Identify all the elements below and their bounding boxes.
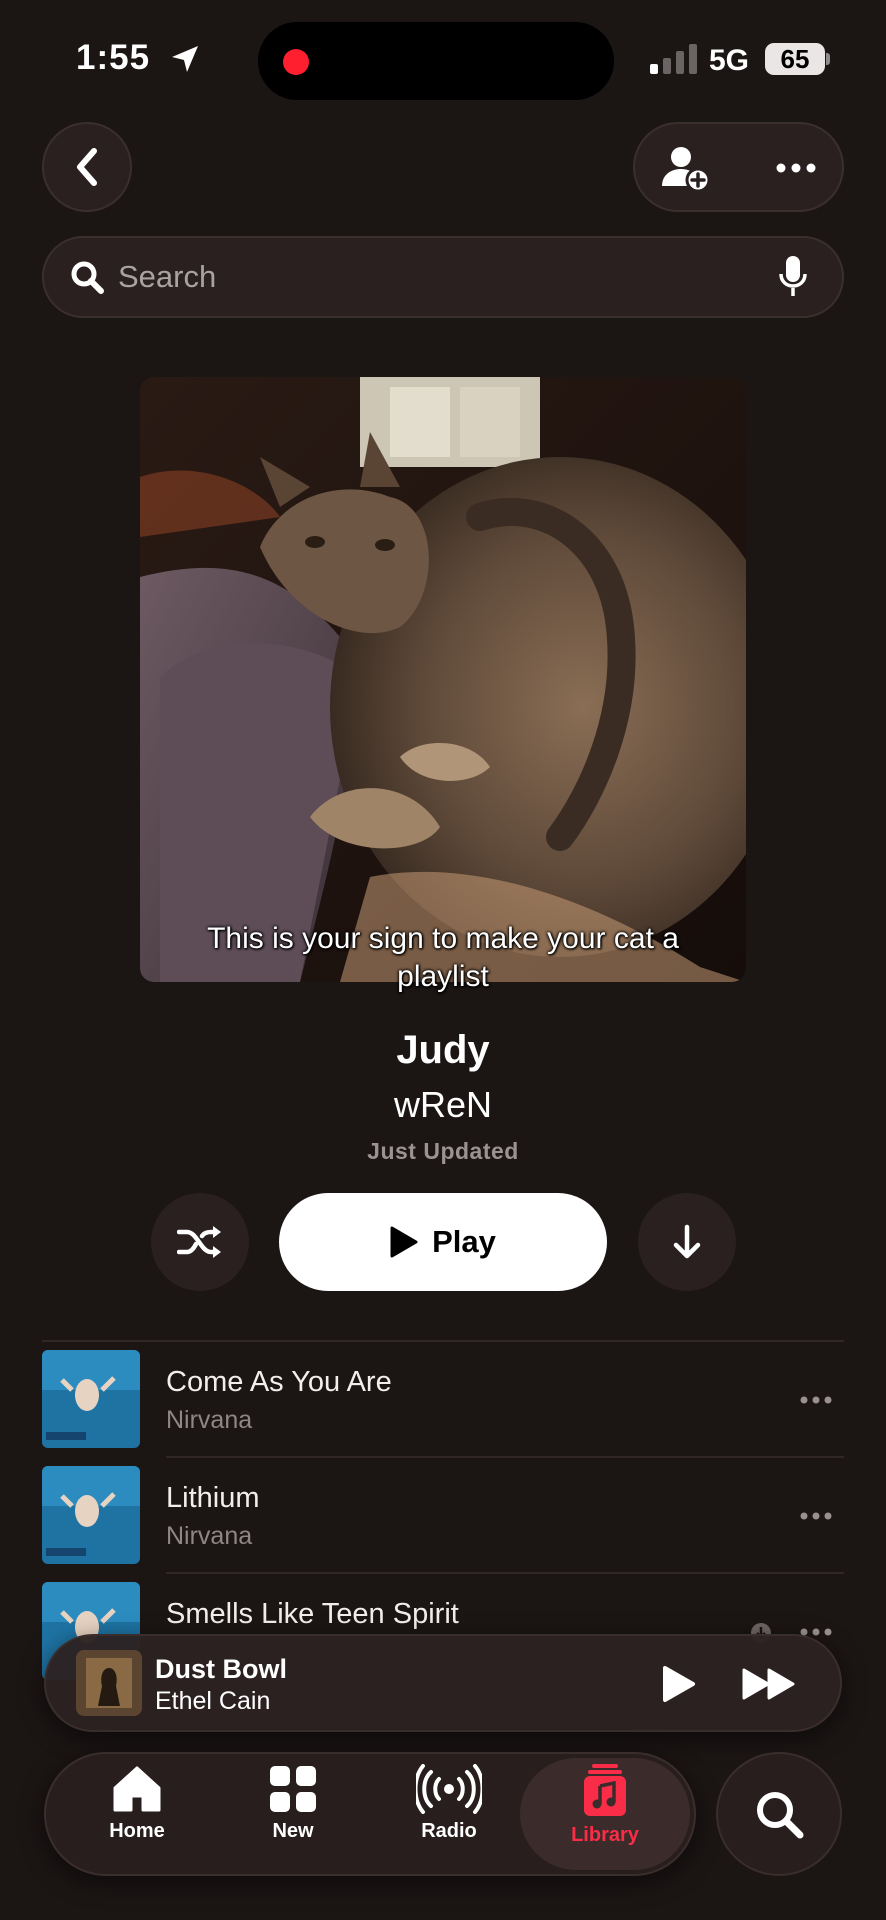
- track-artist: Nirvana: [166, 1522, 253, 1550]
- add-collaborator-icon[interactable]: [660, 146, 712, 192]
- track-artist: Nirvana: [166, 1406, 253, 1434]
- album-thumbnail: [42, 1350, 140, 1448]
- search-tab-button[interactable]: [716, 1752, 842, 1876]
- now-playing-artwork: [76, 1650, 142, 1716]
- more-icon[interactable]: [800, 1396, 832, 1404]
- status-time: 1:55: [76, 38, 151, 77]
- shuffle-button[interactable]: [151, 1193, 249, 1291]
- more-icon[interactable]: [800, 1512, 832, 1520]
- play-icon[interactable]: [662, 1665, 696, 1703]
- network-type: 5G: [709, 44, 750, 77]
- search-icon: [71, 261, 104, 294]
- arrow-down-icon: [673, 1224, 701, 1259]
- track-row[interactable]: Come As You Are Nirvana: [42, 1342, 844, 1458]
- back-button[interactable]: [42, 122, 132, 212]
- shuffle-icon: [177, 1226, 221, 1258]
- recording-indicator: [283, 49, 309, 75]
- tab-radio[interactable]: Radio: [374, 1764, 524, 1864]
- play-button[interactable]: Play: [279, 1193, 607, 1291]
- radio-waves-icon: [416, 1764, 482, 1814]
- microphone-icon[interactable]: [778, 254, 808, 298]
- now-playing-title: Dust Bowl: [155, 1654, 287, 1684]
- tab-label: Radio: [421, 1820, 477, 1842]
- more-options-icon[interactable]: [776, 163, 816, 173]
- search-icon: [757, 1792, 804, 1839]
- tab-label: New: [272, 1820, 314, 1842]
- house-icon: [113, 1766, 161, 1812]
- music-note-icon: [584, 1764, 626, 1816]
- playlist-title: Judy: [396, 1028, 490, 1072]
- track-title: Lithium: [166, 1482, 260, 1514]
- playlist-curator[interactable]: wReN: [0, 1084, 886, 1126]
- track-row[interactable]: Lithium Nirvana: [42, 1458, 844, 1574]
- tab-library[interactable]: Library: [530, 1764, 680, 1864]
- track-title: Smells Like Teen Spirit: [166, 1598, 459, 1630]
- artwork-caption: This is your sign to make your cat a pla…: [207, 922, 679, 993]
- tab-new[interactable]: New: [218, 1764, 368, 1864]
- playlist-status: Just Updated: [367, 1138, 519, 1164]
- tab-label: Home: [109, 1820, 165, 1842]
- tab-label: Library: [571, 1824, 639, 1846]
- location-arrow-icon: [172, 46, 198, 72]
- search-input[interactable]: [118, 254, 738, 300]
- album-thumbnail: [42, 1466, 140, 1564]
- cellular-signal-icon: [650, 44, 697, 74]
- chevron-left-icon: [77, 148, 97, 186]
- battery-indicator: 65: [765, 43, 825, 75]
- track-title: Come As You Are: [166, 1366, 392, 1398]
- dynamic-island: [258, 22, 614, 100]
- tab-home[interactable]: Home: [62, 1764, 212, 1864]
- playlist-artwork: [140, 377, 746, 982]
- now-playing-artist: Ethel Cain: [155, 1687, 271, 1715]
- battery-tip: [826, 53, 830, 65]
- fast-forward-icon[interactable]: [742, 1667, 796, 1701]
- play-icon: [390, 1226, 418, 1258]
- grid-icon: [270, 1766, 316, 1812]
- play-button-label: Play: [432, 1224, 496, 1259]
- download-button[interactable]: [638, 1193, 736, 1291]
